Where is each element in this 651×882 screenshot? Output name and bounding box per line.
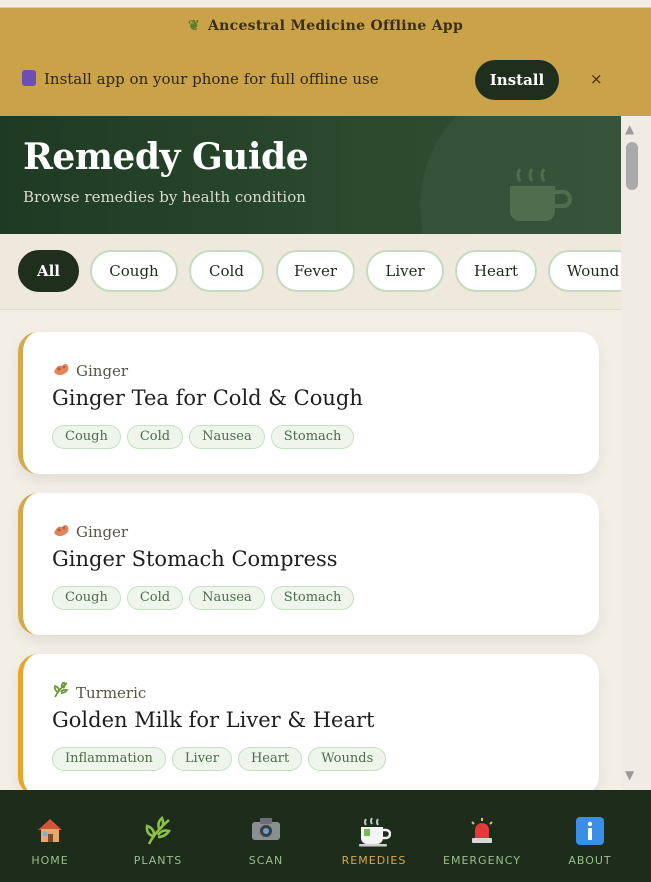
filter-chip-liver[interactable]: Liver xyxy=(366,250,444,292)
herb-name: Turmeric xyxy=(76,684,147,702)
nav-item-plants[interactable]: PLANTS xyxy=(104,815,212,867)
condition-tag: Cold xyxy=(126,586,184,610)
camera-icon xyxy=(212,816,320,850)
remedy-title: Ginger Stomach Compress xyxy=(52,547,338,571)
bottom-navigation: HOME PLANTS SCAN REMEDIES EMERGENCY ABOU… xyxy=(0,790,651,882)
nav-item-home[interactable]: HOME xyxy=(0,816,104,867)
condition-tag: Nausea xyxy=(189,425,265,449)
herb-name: Ginger xyxy=(76,523,129,541)
filter-chip-cough[interactable]: Cough xyxy=(90,250,178,292)
scroll-up-arrow-icon[interactable]: ▲ xyxy=(625,122,634,136)
install-message-text: Install app on your phone for full offli… xyxy=(44,70,379,88)
install-message: Install app on your phone for full offli… xyxy=(22,70,379,88)
phone-icon xyxy=(22,70,36,86)
condition-tag: Stomach xyxy=(270,586,355,610)
app-title: ❦ Ancestral Medicine Offline App xyxy=(0,18,651,34)
nav-item-emergency[interactable]: EMERGENCY xyxy=(428,816,536,867)
page-title: Remedy Guide xyxy=(23,136,309,178)
close-icon[interactable]: × xyxy=(590,70,603,88)
siren-icon xyxy=(428,816,536,850)
condition-tag: Nausea xyxy=(189,586,265,610)
remedy-card[interactable]: Turmeric Golden Milk for Liver & Heart I… xyxy=(18,654,599,790)
condition-tags: Inflammation Liver Heart Wounds xyxy=(52,747,392,771)
remedy-list: Ginger Ginger Tea for Cold & Cough Cough… xyxy=(0,311,621,790)
nav-label: HOME xyxy=(31,854,69,867)
herb-label: Ginger xyxy=(52,360,128,380)
install-banner: ❦ Ancestral Medicine Offline App Install … xyxy=(0,8,651,116)
condition-tags: Cough Cold Nausea Stomach xyxy=(52,586,360,610)
tea-cup-decoration-icon xyxy=(510,168,572,221)
leaf-icon: ❦ xyxy=(187,18,200,34)
filter-chip-heart[interactable]: Heart xyxy=(455,250,537,292)
nav-label: SCAN xyxy=(248,854,284,867)
condition-tag: Wounds xyxy=(308,747,387,771)
condition-tag: Liver xyxy=(171,747,232,771)
plant-icon xyxy=(104,815,212,850)
scrollbar-thumb[interactable] xyxy=(626,142,638,190)
filter-chip-all[interactable]: All xyxy=(18,250,79,292)
nav-label: PLANTS xyxy=(133,854,183,867)
herb-label: Turmeric xyxy=(52,680,147,702)
nav-label: ABOUT xyxy=(568,854,612,867)
nav-label: EMERGENCY xyxy=(443,854,521,867)
hero-header: Remedy Guide Browse remedies by health c… xyxy=(0,116,621,234)
scroll-down-arrow-icon[interactable]: ▼ xyxy=(625,768,634,782)
app-title-text: Ancestral Medicine Offline App xyxy=(207,18,464,34)
condition-tag: Stomach xyxy=(270,425,355,449)
info-icon xyxy=(536,816,644,850)
nav-item-remedies[interactable]: REMEDIES xyxy=(320,816,428,867)
condition-tag: Heart xyxy=(237,747,303,771)
condition-tag: Cough xyxy=(52,425,121,449)
nav-item-scan[interactable]: SCAN xyxy=(212,816,320,867)
remedy-card[interactable]: Ginger Ginger Stomach Compress Cough Cold… xyxy=(18,493,599,635)
nav-label: REMEDIES xyxy=(341,854,407,867)
page-subtitle: Browse remedies by health condition xyxy=(23,188,306,206)
remedy-card[interactable]: Ginger Ginger Tea for Cold & Cough Cough… xyxy=(18,332,599,474)
nav-item-about[interactable]: ABOUT xyxy=(536,816,644,867)
house-icon xyxy=(0,816,104,850)
scrollbar[interactable] xyxy=(621,116,651,790)
condition-tag: Cough xyxy=(52,586,121,610)
filter-chip-wound[interactable]: Wound xyxy=(548,250,621,292)
turmeric-leaf-icon xyxy=(52,680,70,702)
install-button[interactable]: Install xyxy=(475,60,559,100)
herb-label: Ginger xyxy=(52,521,128,541)
tea-cup-icon xyxy=(320,816,428,850)
ginger-icon xyxy=(52,360,70,380)
remedy-title: Golden Milk for Liver & Heart xyxy=(52,708,375,732)
filter-chip-cold[interactable]: Cold xyxy=(189,250,264,292)
filter-chip-fever[interactable]: Fever xyxy=(276,250,355,292)
remedy-title: Ginger Tea for Cold & Cough xyxy=(52,386,363,410)
window-top-border xyxy=(0,0,651,8)
condition-tag: Inflammation xyxy=(52,747,166,771)
condition-tag: Cold xyxy=(126,425,184,449)
ginger-icon xyxy=(52,521,70,541)
condition-tags: Cough Cold Nausea Stomach xyxy=(52,425,360,449)
herb-name: Ginger xyxy=(76,362,129,380)
condition-filter-bar: All Cough Cold Fever Liver Heart Wound xyxy=(0,234,621,310)
